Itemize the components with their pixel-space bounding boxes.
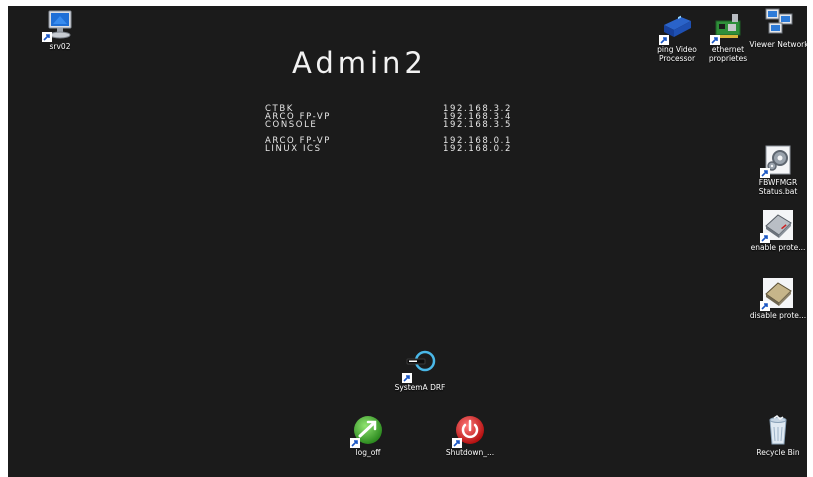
ip-list-row: LINUX ICS 192.168.0.2	[265, 145, 555, 154]
drive-icon	[760, 277, 794, 311]
desktop-icon-enable-protection[interactable]: enable prote...	[746, 209, 807, 252]
desktop-icon-log-off[interactable]: log_off	[336, 414, 400, 457]
desktop-icon-shutdown[interactable]: Shutdown_...	[438, 414, 502, 457]
icon-label: srv02	[49, 42, 71, 51]
desktop[interactable]: Admin2 CTBK 192.168.3.2 ARCO FP-VP 192.1…	[8, 6, 807, 477]
icon-label: Viewer Network	[749, 40, 807, 49]
batch-file-icon	[760, 144, 794, 178]
icon-label: Recycle Bin	[756, 448, 800, 457]
host-name: CONSOLE	[265, 120, 318, 130]
desktop-icon-viewer-network[interactable]: Viewer Network	[747, 6, 807, 49]
shortcut-arrow-icon	[350, 438, 360, 448]
shortcut-arrow-icon	[760, 233, 770, 243]
icon-label: SystemA DRF	[394, 383, 446, 392]
icon-label: log_off	[355, 448, 381, 457]
device-icon	[402, 349, 436, 383]
shortcut-arrow-icon	[760, 168, 770, 178]
recycle-bin-icon	[762, 414, 794, 446]
computer-icon	[42, 8, 76, 42]
shortcut-arrow-icon	[659, 35, 669, 45]
shortcut-arrow-icon	[710, 35, 720, 45]
icon-label: FBWFMGR Status.bat	[758, 178, 798, 196]
shortcut-arrow-icon	[760, 301, 770, 311]
log-off-icon	[350, 414, 384, 448]
drive-icon	[760, 209, 794, 243]
desktop-icon-recycle-bin[interactable]: Recycle Bin	[746, 414, 807, 457]
desktop-icon-fbwfmgr-status[interactable]: FBWFMGR Status.bat	[746, 144, 807, 196]
desktop-icon-disable-protection[interactable]: disable prote...	[746, 277, 807, 320]
shortcut-arrow-icon	[402, 373, 412, 383]
desktop-icon-srv02[interactable]: srv02	[28, 8, 92, 51]
power-icon	[452, 414, 486, 448]
network-card-icon	[710, 11, 744, 45]
wallpaper-title: Admin2	[292, 46, 427, 80]
desktop-icon-systema-drf[interactable]: SystemA DRF	[388, 349, 452, 392]
ip-list-row: CONSOLE 192.168.3.5	[265, 121, 555, 130]
icon-label: Shutdown_...	[445, 448, 495, 457]
shortcut-arrow-icon	[42, 32, 52, 42]
icon-label: disable prote...	[749, 311, 807, 320]
network-viewer-icon	[763, 6, 795, 38]
icon-label: enable prote...	[750, 243, 806, 252]
shortcut-arrow-icon	[452, 438, 462, 448]
host-ip: 192.168.0.2	[443, 144, 512, 154]
host-ip: 192.168.3.5	[443, 120, 512, 130]
host-name: LINUX ICS	[265, 144, 322, 154]
video-processor-icon	[659, 11, 693, 45]
